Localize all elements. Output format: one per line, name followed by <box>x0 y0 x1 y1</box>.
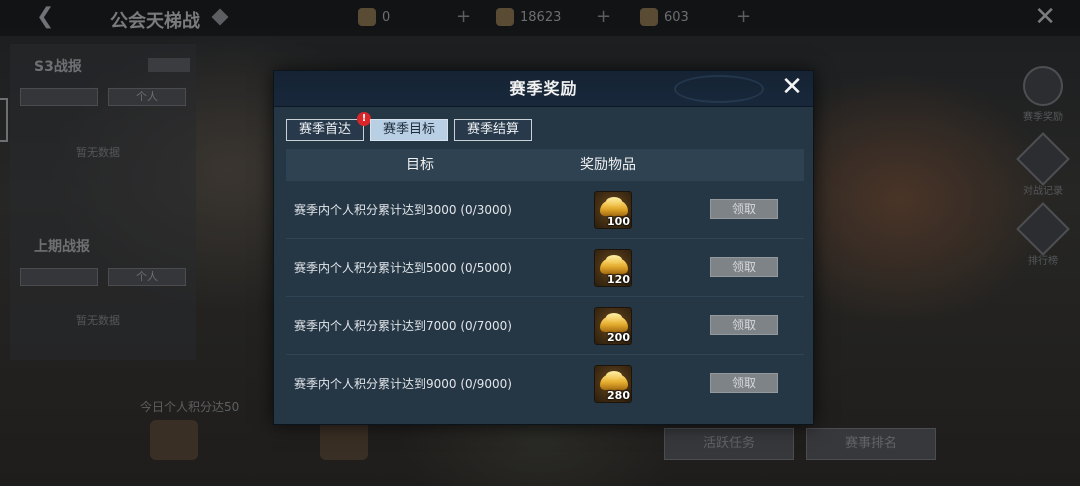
ingot-top <box>606 313 622 322</box>
add-scroll-icon[interactable]: + <box>456 6 471 27</box>
claim-button[interactable]: 领取 <box>710 315 778 335</box>
dialog-tabs: 赛季首达 ! 赛季目标 赛季结算 <box>286 112 532 141</box>
claim-button[interactable]: 领取 <box>710 373 778 393</box>
chest-icon[interactable] <box>320 420 368 460</box>
resource-coin-value: 603 <box>664 9 689 25</box>
goal-text: 赛季内个人积分累计达到5000 (0/5000) <box>294 261 512 275</box>
add-coin-icon[interactable]: + <box>736 6 751 27</box>
table-header: 目标 奖励物品 <box>286 149 804 181</box>
coin-icon <box>640 8 658 26</box>
tab-season-goal-label: 赛季目标 <box>382 122 435 137</box>
tab-guild[interactable] <box>20 268 98 286</box>
resource-ingot-value: 18623 <box>520 9 562 25</box>
page-close-icon[interactable]: ✕ <box>1034 2 1056 32</box>
active-task-button[interactable]: 活跃任务 <box>664 428 794 460</box>
chest-icon[interactable] <box>150 420 198 460</box>
reward-quantity: 120 <box>607 273 630 286</box>
tab-personal[interactable]: 个人 <box>108 268 186 286</box>
resource-coin: 603 <box>640 8 689 26</box>
scroll-icon <box>358 8 376 26</box>
trophy-icon <box>1023 66 1063 106</box>
empty-state-text: 暂无数据 <box>76 146 120 159</box>
ingot-top <box>606 255 622 264</box>
table-row: 赛季内个人积分累计达到7000 (0/7000) 200 领取 <box>286 297 804 355</box>
alert-badge-icon: ! <box>357 112 371 126</box>
tab-personal[interactable]: 个人 <box>108 88 186 106</box>
reward-quantity: 100 <box>607 215 630 228</box>
shield-icon <box>1016 202 1070 256</box>
ingot-icon <box>496 8 514 26</box>
page-title: 公会天梯战 <box>110 11 200 32</box>
goal-text: 赛季内个人积分累计达到9000 (0/9000) <box>294 377 512 391</box>
dialog-header: 赛季奖励 ✕ <box>274 71 813 107</box>
side-drawer-handle[interactable] <box>0 98 8 142</box>
resource-scroll: 0 <box>358 8 390 26</box>
sword-icon <box>1016 132 1070 186</box>
season-reward-entry[interactable]: 赛季奖励 <box>1014 66 1072 123</box>
claim-button[interactable]: 领取 <box>710 257 778 277</box>
ingot-top <box>606 371 622 380</box>
section-title-last: 上期战报 <box>34 239 90 255</box>
daily-score-text: 今日个人积分达50 <box>140 400 240 414</box>
battle-record-entry[interactable]: 对战记录 <box>1014 132 1072 197</box>
empty-state-text: 暂无数据 <box>76 314 120 327</box>
table-row: 赛季内个人积分累计达到9000 (0/9000) 280 领取 <box>286 355 804 413</box>
section-title-s3: S3战报 <box>34 59 82 75</box>
tab-season-first-label: 赛季首达 <box>298 122 351 137</box>
column-header-goal: 目标 <box>406 157 434 173</box>
tab-season-first[interactable]: 赛季首达 ! <box>286 112 371 141</box>
leaderboard-entry[interactable]: 排行榜 <box>1014 202 1072 267</box>
resource-ingot: 18623 <box>496 8 561 26</box>
gold-ingot-icon[interactable]: 280 <box>594 365 632 403</box>
tab-season-settlement[interactable]: 赛季结算 <box>454 119 532 141</box>
reward-quantity: 280 <box>607 389 630 402</box>
gold-ingot-icon[interactable]: 120 <box>594 249 632 287</box>
close-icon[interactable]: ✕ <box>779 74 805 101</box>
season-reward-dialog: 赛季奖励 ✕ 赛季首达 ! 赛季目标 赛季结算 目标 奖励物品 赛季内个人积分累… <box>273 70 814 425</box>
tab-season-goal[interactable]: 赛季目标 <box>370 119 448 141</box>
table-row: 赛季内个人积分累计达到3000 (0/3000) 100 领取 <box>286 181 804 239</box>
ingot-top <box>606 197 622 206</box>
resource-scroll-value: 0 <box>382 9 391 25</box>
goal-text: 赛季内个人积分累计达到7000 (0/7000) <box>294 319 512 333</box>
section-badge <box>148 58 190 72</box>
dialog-title: 赛季奖励 <box>509 79 578 98</box>
add-ingot-icon[interactable]: + <box>596 6 611 27</box>
claim-button[interactable]: 领取 <box>710 199 778 219</box>
tab-guild[interactable] <box>20 88 98 106</box>
goal-text: 赛季内个人积分累计达到3000 (0/3000) <box>294 203 512 217</box>
tab-season-settlement-label: 赛季结算 <box>466 122 519 137</box>
reward-quantity: 200 <box>607 331 630 344</box>
match-ranking-button[interactable]: 赛事排名 <box>806 428 936 460</box>
table-row: 赛季内个人积分累计达到5000 (0/5000) 120 领取 <box>286 239 804 297</box>
battle-report-panel: S3战报 个人 暂无数据 上期战报 个人 暂无数据 <box>10 44 196 360</box>
gold-ingot-icon[interactable]: 200 <box>594 307 632 345</box>
title-diamond-icon <box>211 8 229 26</box>
back-arrow-icon[interactable]: ❮ <box>36 4 54 29</box>
column-header-reward: 奖励物品 <box>580 157 636 173</box>
gold-ingot-icon[interactable]: 100 <box>594 191 632 229</box>
season-reward-label: 赛季奖励 <box>1023 112 1063 123</box>
top-bar: ❮ 公会天梯战 0 + 18623 + 603 + ✕ <box>0 0 1080 36</box>
